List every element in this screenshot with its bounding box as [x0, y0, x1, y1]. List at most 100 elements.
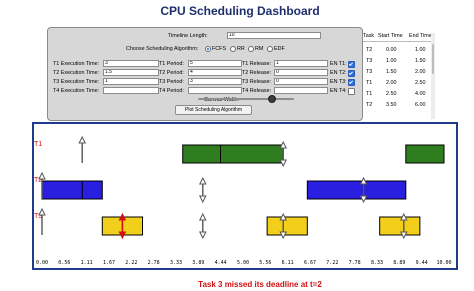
- t1-release-input[interactable]: 1: [274, 60, 328, 67]
- radio-fcfs[interactable]: [205, 46, 211, 52]
- timeline-tick-label: 7.22: [326, 260, 338, 266]
- timeline-tick-label: 8.89: [393, 260, 405, 266]
- table-cell-task: T2: [366, 47, 373, 53]
- t2-exec-input[interactable]: 1.5: [103, 69, 159, 76]
- table-scrollbar-thumb[interactable]: [432, 44, 434, 74]
- timeline-tick-label: 9.44: [416, 260, 428, 266]
- gantt-bar-t1: [405, 144, 445, 164]
- en-t3-checkbox[interactable]: [348, 79, 355, 86]
- table-cell-end: 1.50: [415, 58, 426, 64]
- release-arrow-head: [38, 207, 46, 216]
- en-t4-label: EN T4:: [330, 88, 347, 94]
- table-cell-task: T1: [366, 80, 373, 86]
- gantt-bar-t2: [41, 180, 103, 200]
- app-title: CPU Scheduling Dashboard: [160, 4, 320, 18]
- table-cell-end: 4.00: [415, 91, 426, 97]
- timeline-length-input[interactable]: 10: [227, 32, 321, 39]
- en-t3-label: EN T3:: [330, 79, 347, 85]
- t1-exec-input[interactable]: 3: [103, 60, 159, 67]
- timeline-tick-label: 7.78: [349, 260, 361, 266]
- timeline-tick-label: 3.33: [170, 260, 182, 266]
- t3-exec-input[interactable]: 1: [103, 78, 159, 85]
- t3-exec-label: T3 Execution Time:: [53, 79, 100, 85]
- radio-rm[interactable]: [248, 46, 254, 52]
- table-cell-start: 1.50: [386, 69, 397, 75]
- table-cell-start: 2.50: [386, 91, 397, 97]
- algorithm-label: Choose Scheduling Algorithm:: [126, 46, 199, 52]
- radio-edf[interactable]: [267, 46, 273, 52]
- table-cell-task: T3: [366, 58, 373, 64]
- en-t2-checkbox[interactable]: [348, 70, 355, 77]
- timeline-length-label: Timeline Length:: [168, 33, 208, 39]
- t4-release-label: T4 Release:: [242, 88, 272, 94]
- t1-release-label: T1 Release:: [242, 61, 272, 67]
- table-header-end: End Time: [409, 33, 432, 39]
- deadline-arrow-head-down: [198, 231, 207, 240]
- control-panel: Timeline Length: 10 Choose Scheduling Al…: [47, 27, 363, 121]
- t4-release-input[interactable]: [274, 87, 328, 94]
- table-cell-end: 6.00: [415, 102, 426, 108]
- t2-period-label: T2 Period:: [159, 70, 184, 76]
- plot-button[interactable]: Plot Scheduling Algorithm: [175, 105, 252, 115]
- t2-exec-label: T2 Execution Time:: [53, 70, 100, 76]
- release-arrow-head: [38, 171, 46, 180]
- table-cell-end: 2.50: [415, 80, 426, 86]
- timeline-tick-label: 1.67: [103, 260, 115, 266]
- timeline-tick-label: 6.11: [282, 260, 294, 266]
- timeline-tick-label: 2.78: [148, 260, 160, 266]
- timeline-tick-label: 8.33: [371, 260, 383, 266]
- t1-period-label: T1 Period:: [159, 61, 184, 67]
- timeline-tick-label: 1.11: [81, 260, 93, 266]
- gantt-bar-t3: [266, 216, 308, 236]
- timeline-tick-label: 3.89: [192, 260, 204, 266]
- radio-rr[interactable]: [230, 46, 236, 52]
- gantt-bar-t3: [379, 216, 421, 236]
- t3-period-input[interactable]: 3: [188, 78, 242, 85]
- table-cell-task: T1: [366, 91, 373, 97]
- timeline-tick-label: 2.22: [125, 260, 137, 266]
- table-cell-end: 2.00: [415, 69, 426, 75]
- radio-edf-label: EDF: [274, 46, 285, 52]
- timeline-canvas: T1 T2 T3 0.00 0.56 1.11 1.67 2.22 2.78 3.33 3.89 4.…: [32, 122, 458, 270]
- table-cell-start: 2.00: [386, 80, 397, 86]
- timeline-tick-label: 5.56: [259, 260, 271, 266]
- timeline-tick-label: 0.56: [58, 260, 70, 266]
- table-cell-task: T3: [366, 69, 373, 75]
- timeline-tick-label: 5.00: [237, 260, 249, 266]
- table-cell-start: 0.00: [386, 47, 397, 53]
- t2-period-input[interactable]: 4: [188, 69, 242, 76]
- radio-rm-label: RM: [255, 46, 264, 52]
- canvas-width-slider-thumb[interactable]: [267, 95, 276, 103]
- table-cell-start: 1.00: [386, 58, 397, 64]
- radio-fcfs-label: FCFS: [212, 46, 227, 52]
- t1-exec-label: T1 Execution Time:: [53, 61, 100, 67]
- t3-period-label: T3 Period:: [159, 79, 184, 85]
- deadline-arrow-head-up: [198, 212, 207, 221]
- timeline-tick-label: 6.67: [304, 260, 316, 266]
- timeline-tick-label: 10.00: [436, 260, 451, 266]
- table-cell-task: T2: [366, 102, 373, 108]
- task-label-t1: T1: [34, 141, 42, 148]
- release-arrow-head: [78, 135, 87, 144]
- table-cell-start: 3.50: [386, 102, 397, 108]
- deadline-arrow-head-down: [198, 195, 207, 204]
- timeline-chart: T1T2T30.00 0.56 1.11 1.67 2.22 2.78 3.33 3.89 4.…: [34, 135, 452, 266]
- timeline-tick-label: 0.00: [36, 260, 48, 266]
- table-divider: [363, 41, 433, 42]
- timeline-tick-label: 4.44: [215, 260, 227, 266]
- t1-period-input[interactable]: 5: [188, 60, 242, 67]
- table-header-task: Task: [363, 33, 375, 39]
- t3-release-label: T3 Release:: [242, 79, 272, 85]
- t2-release-input[interactable]: 0: [274, 69, 328, 76]
- canvas-width-slider-track[interactable]: [198, 98, 294, 100]
- en-t4-checkbox[interactable]: [348, 88, 355, 95]
- deadline-arrow-head-up: [198, 176, 207, 185]
- en-t1-checkbox[interactable]: [348, 61, 355, 68]
- gantt-bar-t2: [306, 180, 407, 200]
- t3-release-input[interactable]: 0: [274, 78, 328, 85]
- t4-exec-input[interactable]: [103, 87, 159, 94]
- en-t2-label: EN T2:: [330, 70, 347, 76]
- t4-period-input[interactable]: [188, 87, 242, 94]
- en-t1-label: EN T1:: [330, 61, 347, 67]
- table-header-start: Start Time: [378, 33, 403, 39]
